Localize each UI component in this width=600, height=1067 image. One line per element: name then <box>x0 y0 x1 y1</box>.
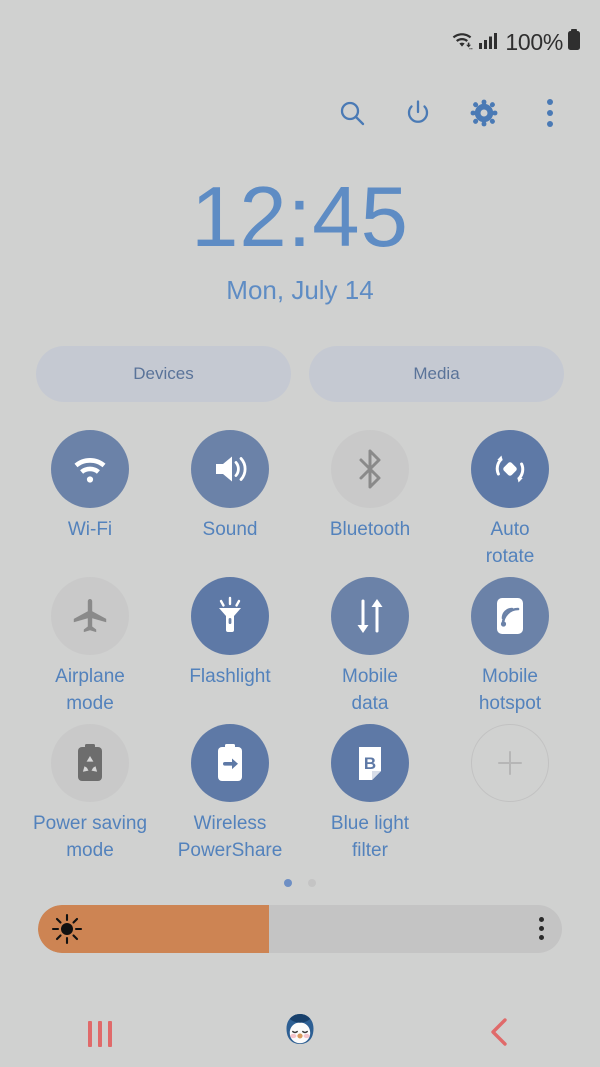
wifi-transfer-icon <box>450 29 474 56</box>
overflow-menu-icon[interactable] <box>532 95 568 131</box>
status-icons: 100% <box>450 28 582 57</box>
tile-label: Wireless PowerShare <box>177 812 283 861</box>
quick-access-pills: Devices Media <box>0 345 600 402</box>
tile-power-saving-mode[interactable]: Power saving mode <box>20 723 160 865</box>
page-indicator <box>0 878 600 887</box>
devices-button[interactable]: Devices <box>36 345 291 402</box>
tile-label: Blue light filter <box>330 812 410 861</box>
tile-label: Bluetooth <box>329 518 411 540</box>
gear-icon[interactable] <box>466 95 502 131</box>
tile-wifi[interactable]: Wi-Fi <box>20 429 160 571</box>
tile-flashlight[interactable]: Flashlight <box>160 576 300 718</box>
blue-light-icon: B <box>331 723 409 802</box>
devices-label: Devices <box>133 363 194 383</box>
battery-percent-label: 100% <box>505 28 563 55</box>
tile-label: Airplane mode <box>55 665 125 714</box>
tile-sound[interactable]: Sound <box>160 429 300 571</box>
flashlight-icon <box>191 576 269 655</box>
tile-label: Sound <box>202 518 258 540</box>
sound-icon <box>191 429 269 508</box>
penguin-home-icon <box>277 1009 323 1060</box>
power-saving-icon <box>51 723 129 802</box>
back-chevron-icon <box>485 1016 515 1053</box>
wifi-icon <box>51 429 129 508</box>
recents-button[interactable] <box>55 1006 145 1062</box>
tile-label: Mobile data <box>342 665 398 714</box>
media-button[interactable]: Media <box>309 345 564 402</box>
battery-full-icon <box>566 28 582 57</box>
brightness-slider[interactable] <box>38 904 562 953</box>
tile-blue-light-filter[interactable]: B Blue light filter <box>300 723 440 865</box>
overflow-dots <box>547 99 553 127</box>
brightness-menu-icon[interactable] <box>539 917 544 941</box>
tile-add-button[interactable] <box>440 723 580 865</box>
tile-auto-rotate[interactable]: Auto rotate <box>440 429 580 571</box>
tile-label: Power saving mode <box>32 812 148 861</box>
navigation-bar <box>0 1001 600 1067</box>
tile-airplane-mode[interactable]: Airplane mode <box>20 576 160 718</box>
media-label: Media <box>413 363 460 383</box>
mobile-data-icon <box>331 576 409 655</box>
tile-bluetooth[interactable]: Bluetooth <box>300 429 440 571</box>
back-button[interactable] <box>455 1006 545 1062</box>
clock-time: 12:45 <box>191 170 409 265</box>
hotspot-icon <box>471 576 549 655</box>
search-icon[interactable] <box>334 95 370 131</box>
power-icon[interactable] <box>400 95 436 131</box>
power-share-icon <box>191 723 269 802</box>
tile-label: Flashlight <box>189 665 271 687</box>
tile-wireless-powershare[interactable]: Wireless PowerShare <box>160 723 300 865</box>
clock-widget[interactable]: 12:45 Mon, July 14 <box>0 170 600 306</box>
airplane-icon <box>51 576 129 655</box>
page-dot-2[interactable] <box>308 878 316 887</box>
auto-rotate-icon <box>471 429 549 508</box>
add-tile-icon <box>471 723 549 802</box>
tile-mobile-hotspot[interactable]: Mobile hotspot <box>440 576 580 718</box>
quick-settings-tiles: Wi-Fi Sound Bluetooth Auto rotate Airpla… <box>0 402 600 865</box>
svg-text:B: B <box>364 754 376 773</box>
status-bar: 100% <box>0 0 600 84</box>
bluetooth-icon <box>331 429 409 508</box>
tile-mobile-data[interactable]: Mobile data <box>300 576 440 718</box>
tile-label: Mobile hotspot <box>478 665 542 714</box>
brightness-section <box>0 887 600 953</box>
tile-label: Auto rotate <box>485 518 535 567</box>
page-dot-1[interactable] <box>284 878 292 887</box>
brightness-sun-icon <box>50 912 84 946</box>
tile-label: Wi-Fi <box>67 518 113 540</box>
recents-icon <box>88 1021 112 1047</box>
clock-date: Mon, July 14 <box>226 274 374 305</box>
home-penguin-button[interactable] <box>255 1006 345 1062</box>
quick-settings-toolbar <box>0 84 600 142</box>
cellular-signal-icon <box>477 29 499 56</box>
